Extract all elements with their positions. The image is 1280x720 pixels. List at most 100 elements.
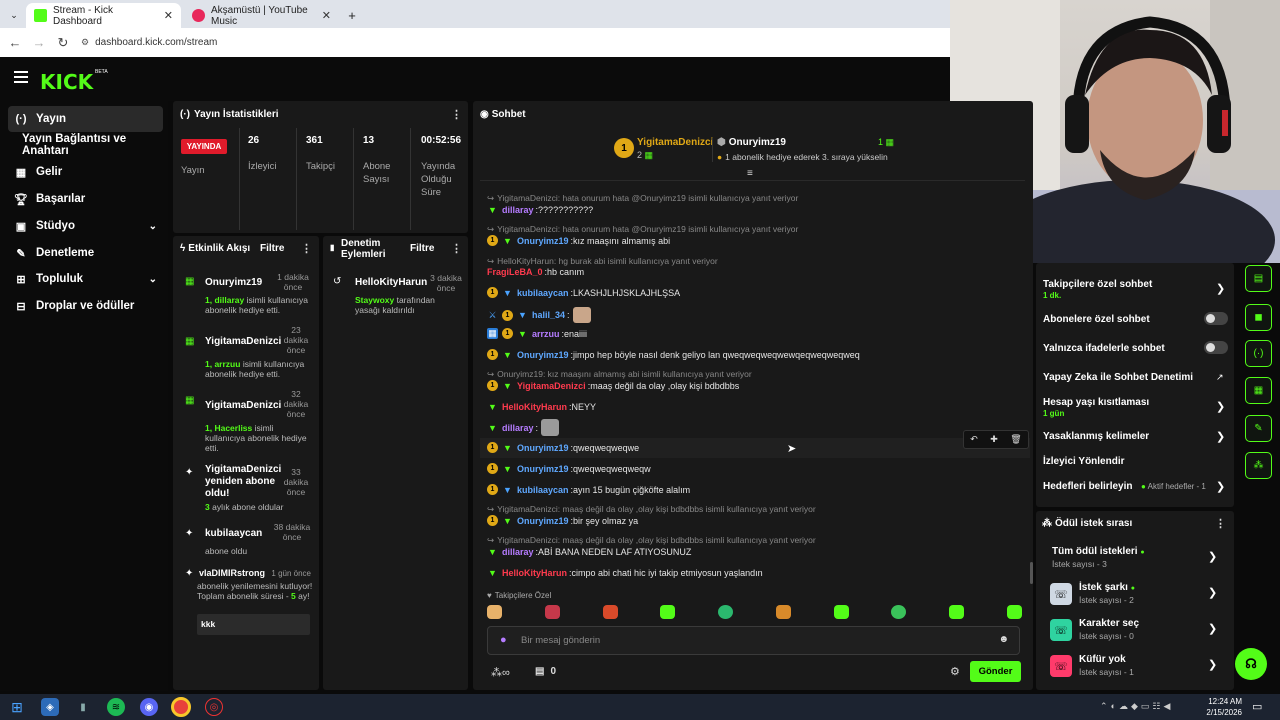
- moderation-user[interactable]: HelloKityHarun: [355, 277, 427, 288]
- chat-message[interactable]: 1 ▼ YigitamaDenizci: maaş değil da olay ,o…: [487, 380, 739, 391]
- reload-icon[interactable]: ↻: [51, 35, 75, 51]
- reward-no-swearing[interactable]: ☏ Küfür yok İstek sayısı - 1 ❯: [1050, 653, 1230, 685]
- chat-username[interactable]: YigitamaDenizci: [517, 381, 586, 391]
- sidebar-item-stream-key[interactable]: Yayın Bağlantısı ve Anahtarı: [16, 132, 171, 158]
- chat-message[interactable]: 1 ▼ Onuryimz19: qweqweqweqwe: [487, 442, 639, 453]
- emote-icon[interactable]: [949, 605, 965, 619]
- pin-expand-icon[interactable]: ≡: [747, 168, 753, 179]
- setting-goals[interactable]: Hedefleri belirleyin: [1043, 481, 1132, 492]
- activity-user[interactable]: Onuryimz19: [205, 277, 262, 288]
- chat-message[interactable]: 1 ▼ Onuryimz19: kız maaşını almamış abi: [487, 235, 670, 246]
- points-display[interactable]: ▤ 0: [535, 666, 556, 677]
- subscribers-only-toggle[interactable]: [1204, 312, 1228, 325]
- more-options-icon[interactable]: ⋮: [451, 108, 462, 121]
- moderation-filter-button[interactable]: Filtre: [410, 243, 434, 254]
- setting-account-age[interactable]: Hesap yaşı kısıtlaması: [1043, 397, 1149, 408]
- chat-message[interactable]: ▦ 1 ▼ arrzuu: enaiiii: [487, 328, 587, 339]
- emote-icon[interactable]: [891, 605, 907, 619]
- back-icon[interactable]: ←: [3, 35, 27, 50]
- chat-message[interactable]: FragiLeBA_0: hb canım: [487, 267, 584, 277]
- activity-user[interactable]: vlaDIMIRstrong: [199, 568, 265, 578]
- sidebar-item-studyo[interactable]: ▣ Stüdyo ⌄: [8, 213, 163, 239]
- pin-icon[interactable]: ✚: [990, 434, 998, 445]
- site-info-icon[interactable]: ⚙: [81, 37, 89, 48]
- kick-logo[interactable]: KICK: [40, 70, 93, 94]
- wrench-icon[interactable]: ✎: [1245, 415, 1272, 442]
- chat-username[interactable]: dillaray: [502, 205, 534, 215]
- sidebar-item-topluluk[interactable]: ⊞ Topluluk ⌄: [8, 266, 163, 292]
- menu-icon[interactable]: [14, 71, 28, 86]
- chat-username[interactable]: kubilaaycan: [517, 288, 569, 298]
- reward-song-request[interactable]: ☏ İstek şarkı ● İstek sayısı - 2 ❯: [1050, 581, 1230, 613]
- leaderboard-user-2[interactable]: ⬢ Onuryimz19: [717, 137, 786, 148]
- spotify-icon[interactable]: ≋: [107, 698, 125, 716]
- sidebar-item-basarilar[interactable]: 🏆︎ Başarılar: [8, 186, 163, 212]
- notification-icon[interactable]: ▭: [1252, 700, 1262, 713]
- setting-banned-words[interactable]: Yasaklanmış kelimeler: [1043, 431, 1149, 442]
- setting-raid-viewers[interactable]: İzleyici Yönlendir: [1043, 456, 1125, 467]
- chat-message[interactable]: 1 ▼ Onuryimz19: bir şey olmaz ya: [487, 515, 638, 526]
- windows-start-icon[interactable]: ⊞: [8, 698, 26, 716]
- new-tab-icon[interactable]: +: [342, 3, 362, 28]
- emote-icon[interactable]: [775, 605, 791, 619]
- send-button[interactable]: Gönder: [970, 661, 1021, 682]
- sidebar-item-gelir[interactable]: ▦ Gelir: [8, 159, 163, 185]
- emote-icon[interactable]: [718, 605, 734, 619]
- browser-tab-kick[interactable]: Stream - Kick Dashboard ✕: [26, 3, 181, 28]
- emote-icon[interactable]: [1006, 605, 1022, 619]
- close-tab-icon[interactable]: ✕: [322, 9, 331, 22]
- chat-username[interactable]: Onuryimz19: [517, 443, 569, 453]
- points-infinite-icon[interactable]: ⁂∞: [491, 666, 510, 679]
- chevron-right-icon[interactable]: ❯: [1216, 430, 1225, 443]
- chat-username[interactable]: kubilaaycan: [517, 485, 569, 495]
- close-tab-icon[interactable]: ✕: [164, 9, 173, 22]
- emote-icon[interactable]: [660, 605, 676, 619]
- broadcast-icon[interactable]: (·): [1245, 340, 1272, 367]
- tab-list-chevron-icon[interactable]: ⌄: [4, 3, 24, 28]
- external-link-icon[interactable]: ↗: [1216, 372, 1224, 383]
- chat-message[interactable]: 1 ▼ kubilaaycan: LKASHJLHJSKLAJHLŞSA: [487, 287, 680, 298]
- emote-icon[interactable]: [602, 605, 618, 619]
- taskbar-app-icon[interactable]: ◎: [205, 698, 223, 716]
- more-options-icon[interactable]: ⋮: [301, 242, 312, 255]
- chat-username[interactable]: Onuryimz19: [517, 516, 569, 526]
- support-headset-icon[interactable]: ☊: [1235, 648, 1267, 680]
- chat-username[interactable]: dillaray: [502, 423, 534, 433]
- browser-tab-youtube-music[interactable]: Akşamüstü | YouTube Music ✕: [184, 3, 339, 28]
- chat-username[interactable]: dillaray: [502, 547, 534, 557]
- more-options-icon[interactable]: ⋮: [451, 242, 462, 255]
- emote-icon[interactable]: [833, 605, 849, 619]
- reply-icon[interactable]: ↶: [970, 434, 978, 445]
- chevron-right-icon[interactable]: ❯: [1216, 400, 1225, 413]
- chat-username[interactable]: FragiLeBA_0: [487, 267, 543, 277]
- chat-scrollbar[interactable]: [1030, 562, 1033, 584]
- emote-icon[interactable]: [487, 605, 502, 619]
- more-options-icon[interactable]: ⋮: [1215, 517, 1226, 530]
- forward-icon[interactable]: →: [27, 35, 51, 50]
- notes-icon[interactable]: ▤: [1245, 265, 1272, 292]
- chat-message[interactable]: ▼ HelloKityHarun: cimpo abi chati hic iyi…: [487, 567, 763, 578]
- activity-filter-button[interactable]: Filtre: [260, 243, 284, 254]
- layout-icon[interactable]: ▦: [1245, 377, 1272, 404]
- chevron-right-icon[interactable]: ❯: [1216, 480, 1225, 493]
- reward-icon[interactable]: ⁂: [1245, 452, 1272, 479]
- chat-username[interactable]: Onuryimz19: [517, 236, 569, 246]
- chat-bubble-icon[interactable]: ◼: [1245, 304, 1272, 331]
- activity-user[interactable]: YigitamaDenizci: [205, 336, 281, 347]
- emotes-only-toggle[interactable]: [1204, 341, 1228, 354]
- sidebar-item-yayin[interactable]: (·) Yayın: [8, 106, 163, 132]
- system-tray-icons[interactable]: ⌃◐☁◆▭☷◀: [1100, 701, 1173, 712]
- emoji-icon[interactable]: ☻: [998, 634, 1009, 645]
- chat-username[interactable]: arrzuu: [532, 329, 560, 339]
- url-field[interactable]: ⚙ dashboard.kick.com/stream: [81, 37, 217, 48]
- chat-username[interactable]: Onuryimz19: [517, 350, 569, 360]
- activity-user[interactable]: YigitamaDenizci: [205, 400, 281, 411]
- chat-input-box[interactable]: ● Bir mesaj gönderin ☻: [487, 626, 1020, 655]
- reward-all-requests[interactable]: Tüm ödül istekleri ● İstek sayısı - 3 ❯: [1050, 545, 1230, 577]
- chat-message[interactable]: 1 ▼ Onuryimz19: qweqweqweqweqw: [487, 463, 651, 474]
- emote-icon[interactable]: [544, 605, 560, 619]
- chevron-right-icon[interactable]: ❯: [1216, 282, 1225, 295]
- taskbar-app-icon[interactable]: ▮: [74, 698, 92, 716]
- sidebar-item-droplar[interactable]: ⊟ Droplar ve ödüller: [8, 293, 163, 319]
- delete-icon[interactable]: 🗑︎: [1010, 434, 1021, 445]
